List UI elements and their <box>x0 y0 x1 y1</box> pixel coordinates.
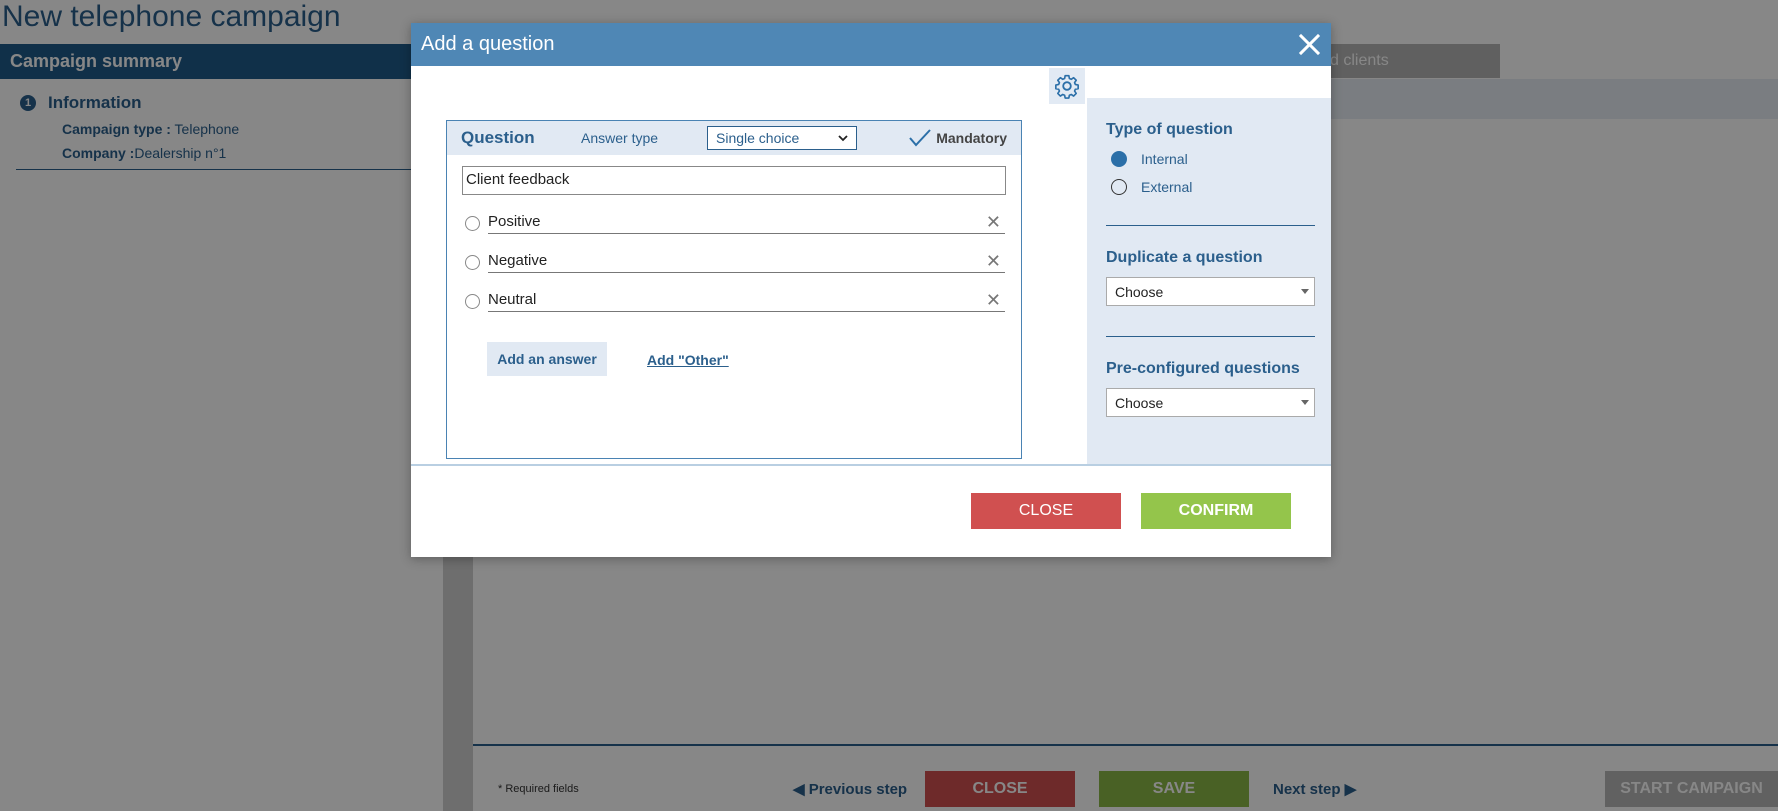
answer-input[interactable]: Positive <box>488 212 1005 234</box>
duplicate-question-title: Duplicate a question <box>1106 249 1263 266</box>
remove-answer-icon[interactable]: ✕ <box>986 251 1001 272</box>
divider <box>1106 225 1315 226</box>
close-icon[interactable] <box>1295 30 1323 58</box>
type-of-question-title: Type of question <box>1106 121 1233 138</box>
caret-down-icon <box>1301 400 1309 405</box>
answer-row: Positive ✕ <box>465 211 1005 235</box>
modal-header: Add a question <box>411 23 1331 66</box>
remove-answer-icon[interactable]: ✕ <box>986 212 1001 233</box>
remove-answer-icon[interactable]: ✕ <box>986 290 1001 311</box>
answer-row: Neutral ✕ <box>465 289 1005 313</box>
type-internal-option[interactable]: Internal <box>1111 151 1315 167</box>
add-question-modal: Add a question Question Answer type Sing… <box>411 23 1331 557</box>
add-answer-button[interactable]: Add an answer <box>487 342 607 376</box>
gear-icon[interactable] <box>1049 68 1085 104</box>
chevron-down-icon <box>838 134 848 141</box>
modal-title: Add a question <box>421 33 555 55</box>
question-text-input[interactable]: Client feedback <box>462 166 1006 195</box>
question-editor: Question Answer type Single choice Manda… <box>446 120 1022 459</box>
radio-empty-icon <box>1111 179 1127 195</box>
modal-confirm-button[interactable]: CONFIRM <box>1141 493 1291 529</box>
question-editor-header: Question Answer type Single choice Manda… <box>447 121 1021 155</box>
answer-type-label: Answer type <box>581 130 659 146</box>
answer-radio[interactable] <box>465 254 480 270</box>
modal-footer-divider <box>411 464 1331 466</box>
question-settings-panel: Type of question Internal External Dupli… <box>1087 98 1331 465</box>
modal-body: Question Answer type Single choice Manda… <box>411 66 1331 465</box>
answer-row: Negative ✕ <box>465 250 1005 274</box>
question-label: Question <box>461 128 535 147</box>
mandatory-toggle[interactable]: Mandatory <box>908 129 1007 147</box>
type-external-option[interactable]: External <box>1111 179 1315 195</box>
answer-input[interactable]: Negative <box>488 251 1005 273</box>
preconfigured-questions-select[interactable]: Choose <box>1106 388 1315 417</box>
answer-radio[interactable] <box>465 215 480 231</box>
answer-type-select[interactable]: Single choice <box>707 126 857 150</box>
answer-radio[interactable] <box>465 293 480 309</box>
caret-down-icon <box>1301 289 1309 294</box>
modal-close-button[interactable]: CLOSE <box>971 493 1121 529</box>
add-other-link[interactable]: Add "Other" <box>647 352 729 368</box>
duplicate-question-select[interactable]: Choose <box>1106 277 1315 306</box>
radio-selected-icon <box>1111 151 1127 167</box>
preconfigured-questions-title: Pre-configured questions <box>1106 360 1300 377</box>
answer-input[interactable]: Neutral <box>488 290 1005 312</box>
check-icon <box>909 129 931 147</box>
divider <box>1106 336 1315 337</box>
